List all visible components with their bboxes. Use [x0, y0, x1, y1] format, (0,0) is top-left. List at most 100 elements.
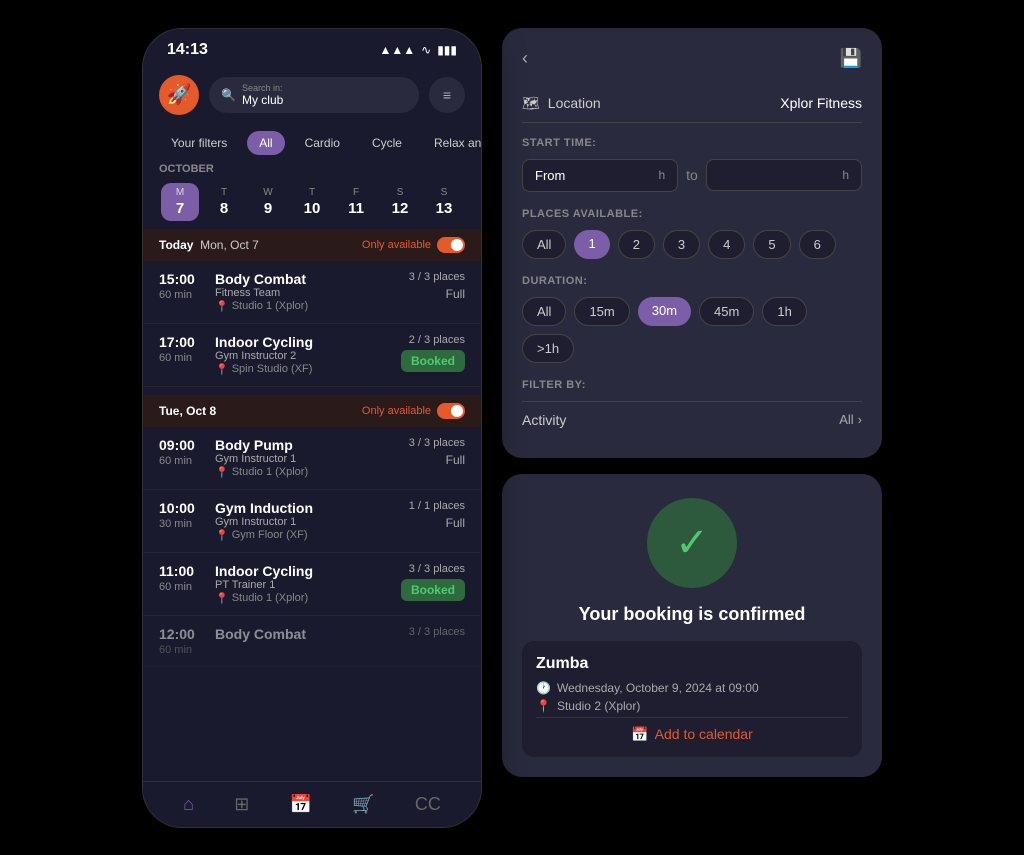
- qr-icon: ⊞: [234, 794, 249, 815]
- places-6[interactable]: 6: [799, 230, 836, 259]
- day-13[interactable]: S 13: [425, 183, 463, 221]
- start-time-label: START TIME:: [522, 137, 862, 149]
- status-full-2: Full: [446, 453, 465, 467]
- places-5[interactable]: 5: [753, 230, 790, 259]
- activity-value: All ›: [839, 412, 862, 427]
- from-h: h: [658, 168, 665, 182]
- search-value: My club: [242, 93, 283, 107]
- status-full-3: Full: [446, 516, 465, 530]
- filter-button[interactable]: ≡: [429, 77, 465, 113]
- day-10[interactable]: T 10: [293, 183, 331, 221]
- day-number-13: 13: [436, 200, 453, 217]
- class-right: 3 / 3 places Full: [409, 271, 465, 313]
- day-8[interactable]: T 8: [205, 183, 243, 221]
- nav-cart[interactable]: 🛒: [352, 794, 374, 815]
- from-input[interactable]: From h: [522, 159, 678, 192]
- duration-pill-row: All 15m 30m 45m 1h >1h: [522, 297, 862, 363]
- filter-all[interactable]: All: [247, 131, 284, 155]
- confirm-circle: ✓: [647, 498, 737, 588]
- class-instructor-3: Gym Instructor 1: [215, 453, 397, 465]
- day-letter-f: F: [353, 187, 359, 198]
- places-label: PLACES AVAILABLE:: [522, 208, 862, 220]
- nav-home[interactable]: ⌂: [183, 794, 194, 815]
- class-instructor-5: PT Trainer 1: [215, 579, 389, 591]
- save-button[interactable]: 💾: [840, 48, 862, 69]
- month-label: OCTOBER: [159, 163, 465, 175]
- places-4[interactable]: 4: [708, 230, 745, 259]
- day-letter-t2: T: [309, 187, 315, 198]
- duration-gt1h[interactable]: >1h: [522, 334, 574, 363]
- duration-30m[interactable]: 30m: [638, 297, 691, 326]
- duration-1h[interactable]: 1h: [762, 297, 806, 326]
- class-body-pump[interactable]: 09:00 60 min Body Pump Gym Instructor 1 …: [143, 427, 481, 490]
- to-input[interactable]: h: [706, 159, 862, 191]
- filter-your-filters[interactable]: Your filters: [159, 131, 239, 155]
- class-location-5: 📍 Studio 1 (Xplor): [215, 592, 389, 605]
- toggle-today[interactable]: [437, 237, 465, 253]
- places-2[interactable]: 2: [618, 230, 655, 259]
- day-11[interactable]: F 11: [337, 183, 375, 221]
- class-location-4: 📍 Gym Floor (XF): [215, 529, 397, 542]
- day-7[interactable]: M 7: [161, 183, 199, 221]
- add-calendar-button[interactable]: 📅 Add to calendar: [536, 717, 848, 743]
- places-count: 3 / 3 places: [409, 271, 465, 283]
- class-gym-induction[interactable]: 10:00 30 min Gym Induction Gym Instructo…: [143, 490, 481, 553]
- class-time-2: 17:00: [159, 334, 203, 350]
- filter-cycle[interactable]: Cycle: [360, 131, 414, 155]
- fp-location: 🗺 Location Xplor Fitness: [522, 85, 862, 123]
- class-indoor-cycling-2[interactable]: 11:00 60 min Indoor Cycling PT Trainer 1…: [143, 553, 481, 616]
- nav-qr[interactable]: ⊞: [234, 794, 249, 815]
- class-time-3: 09:00: [159, 437, 203, 453]
- class-duration-5: 60 min: [159, 581, 203, 593]
- search-box[interactable]: 🔍 Search in: My club: [209, 77, 419, 113]
- class-name-6: Body Combat: [215, 626, 397, 642]
- class-instructor: Fitness Team: [215, 287, 397, 299]
- class-instructor-2: Gym Instructor 2: [215, 350, 389, 362]
- class-name-2: Indoor Cycling: [215, 334, 389, 350]
- class-location: 📍 Studio 1 (Xplor): [215, 300, 397, 313]
- activity-row[interactable]: Activity All ›: [522, 401, 862, 438]
- nav-calendar[interactable]: 📅: [290, 794, 312, 815]
- duration-45m[interactable]: 45m: [699, 297, 754, 326]
- class-body-combat[interactable]: 15:00 60 min Body Combat Fitness Team 📍 …: [143, 261, 481, 324]
- places-3[interactable]: 3: [663, 230, 700, 259]
- section-date-today: Today Mon, Oct 7: [159, 238, 259, 252]
- duration-15m[interactable]: 15m: [574, 297, 629, 326]
- section-tue: Tue, Oct 8 Only available: [143, 395, 481, 427]
- location-icon-4: 📍: [215, 529, 229, 542]
- confirm-details: Zumba 🕐 Wednesday, October 9, 2024 at 09…: [522, 641, 862, 757]
- confirm-location-row: 📍 Studio 2 (Xplor): [536, 699, 848, 713]
- class-instructor-4: Gym Instructor 1: [215, 516, 397, 528]
- class-body-combat-2[interactable]: 12:00 60 min Body Combat 3 / 3 places: [143, 616, 481, 667]
- phone-frame: 14:13 ▲▲▲ ∿ ▮▮▮ 🚀 🔍 Search in: My club ≡: [142, 28, 482, 828]
- class-right-3: 3 / 3 places Full: [409, 437, 465, 479]
- to-h: h: [842, 168, 849, 182]
- class-info-5: Indoor Cycling PT Trainer 1 📍 Studio 1 (…: [215, 563, 389, 605]
- day-9[interactable]: W 9: [249, 183, 287, 221]
- confirm-location: Studio 2 (Xplor): [557, 699, 640, 713]
- class-time: 15:00: [159, 271, 203, 287]
- class-duration-3: 60 min: [159, 455, 203, 467]
- calendar-icon: 📅: [290, 794, 312, 815]
- only-available-tue: Only available: [362, 403, 465, 419]
- places-all[interactable]: All: [522, 230, 566, 259]
- filter-cardio[interactable]: Cardio: [293, 131, 352, 155]
- class-name-4: Gym Induction: [215, 500, 397, 516]
- class-indoor-cycling-1[interactable]: 17:00 60 min Indoor Cycling Gym Instruct…: [143, 324, 481, 387]
- filters-row: Your filters All Cardio Cycle Relax and …: [143, 123, 481, 163]
- day-12[interactable]: S 12: [381, 183, 419, 221]
- toggle-tue[interactable]: [437, 403, 465, 419]
- fp-time-row: From h to h: [522, 159, 862, 192]
- places-1[interactable]: 1: [574, 230, 609, 259]
- location-name: Xplor Fitness: [780, 95, 862, 111]
- from-label: From: [535, 168, 565, 183]
- back-button[interactable]: ‹: [522, 48, 528, 69]
- nav-cc[interactable]: CC: [415, 794, 441, 815]
- class-time-col-5: 11:00 60 min: [159, 563, 203, 605]
- confirm-panel: ✓ Your booking is confirmed Zumba 🕐 Wedn…: [502, 474, 882, 777]
- day-letter-m: M: [176, 187, 184, 198]
- filter-relax[interactable]: Relax and stretch: [422, 131, 481, 155]
- duration-all[interactable]: All: [522, 297, 566, 326]
- search-label: Search in:: [242, 83, 283, 93]
- class-info-3: Body Pump Gym Instructor 1 📍 Studio 1 (X…: [215, 437, 397, 479]
